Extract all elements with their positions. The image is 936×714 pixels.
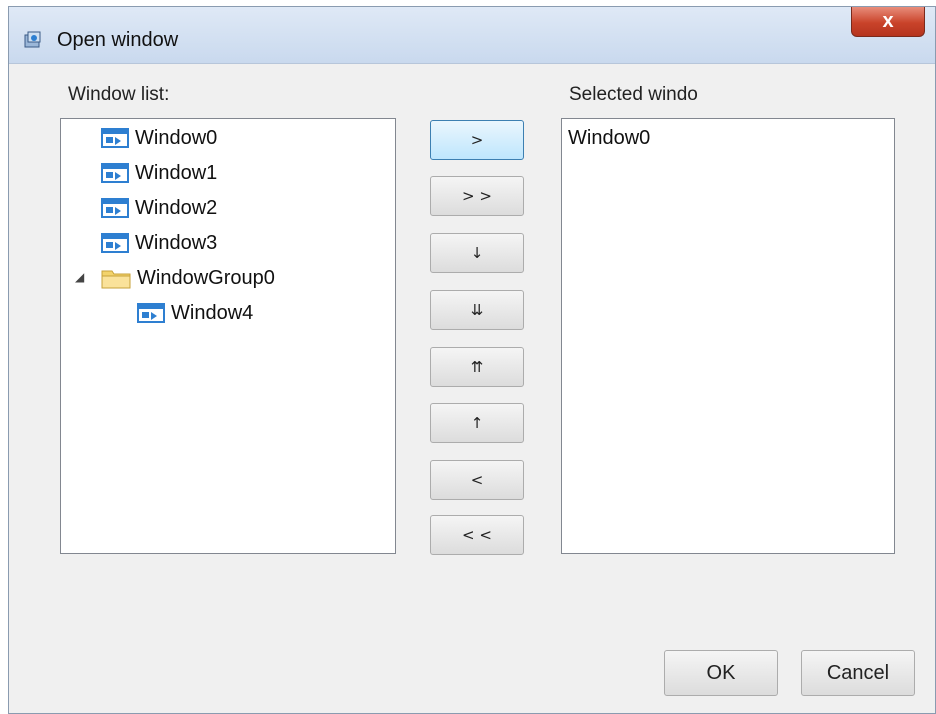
window-icon	[101, 163, 129, 183]
tree-item-window0[interactable]: Window0	[101, 123, 217, 153]
window-icon	[101, 128, 129, 148]
window-list-label: Window list:	[68, 84, 170, 105]
selected-list-item[interactable]: Window0	[568, 127, 650, 150]
folder-icon	[101, 270, 131, 289]
remove-button[interactable]: <	[430, 460, 524, 500]
open-window-app-icon	[24, 31, 41, 48]
tree-item-window3[interactable]: Window3	[101, 228, 217, 258]
add-button[interactable]: >	[430, 120, 524, 160]
move-down-button[interactable]: ↓	[430, 233, 524, 273]
tree-item-label: Window4	[171, 301, 254, 324]
tree-item-label: WindowGroup0	[137, 266, 275, 289]
selected-window-list[interactable]: Window0	[561, 118, 895, 554]
window-icon	[101, 198, 129, 218]
tree-item-label: Window1	[135, 161, 218, 184]
tree-item-window1[interactable]: Window1	[101, 158, 217, 188]
add-all-button[interactable]: > >	[430, 176, 524, 216]
expand-toggle-icon[interactable]: ◢	[75, 270, 84, 284]
move-to-bottom-button[interactable]: ⇊	[430, 290, 524, 330]
tree-item-label: Window3	[135, 231, 218, 254]
remove-all-button[interactable]: < <	[430, 515, 524, 555]
ok-button[interactable]: OK	[664, 650, 778, 696]
window-icon	[137, 303, 165, 323]
tree-item-window2[interactable]: Window2	[101, 193, 217, 223]
tree-item-label: Window0	[135, 126, 218, 149]
cancel-button[interactable]: Cancel	[801, 650, 915, 696]
close-icon: x	[882, 10, 894, 32]
tree-item-windowgroup0[interactable]: WindowGroup0	[101, 263, 275, 293]
tree-item-window4[interactable]: Window4	[137, 298, 253, 328]
close-button[interactable]: x	[851, 7, 925, 37]
move-to-top-button[interactable]: ⇈	[430, 347, 524, 387]
dialog-body: Window list: Window0 Window1 Window2 Win…	[9, 64, 935, 713]
window-list-tree[interactable]: Window0 Window1 Window2 Window3 ◢ Window…	[60, 118, 396, 554]
window-title: Open window	[57, 29, 179, 51]
window-icon	[101, 233, 129, 253]
title-bar[interactable]: Open window x	[9, 7, 935, 64]
open-window-dialog: Open window x Window list: Window0 Windo…	[8, 6, 936, 714]
selected-window-label: Selected windo	[569, 84, 698, 105]
tree-item-label: Window2	[135, 196, 218, 219]
move-up-button[interactable]: ↑	[430, 403, 524, 443]
